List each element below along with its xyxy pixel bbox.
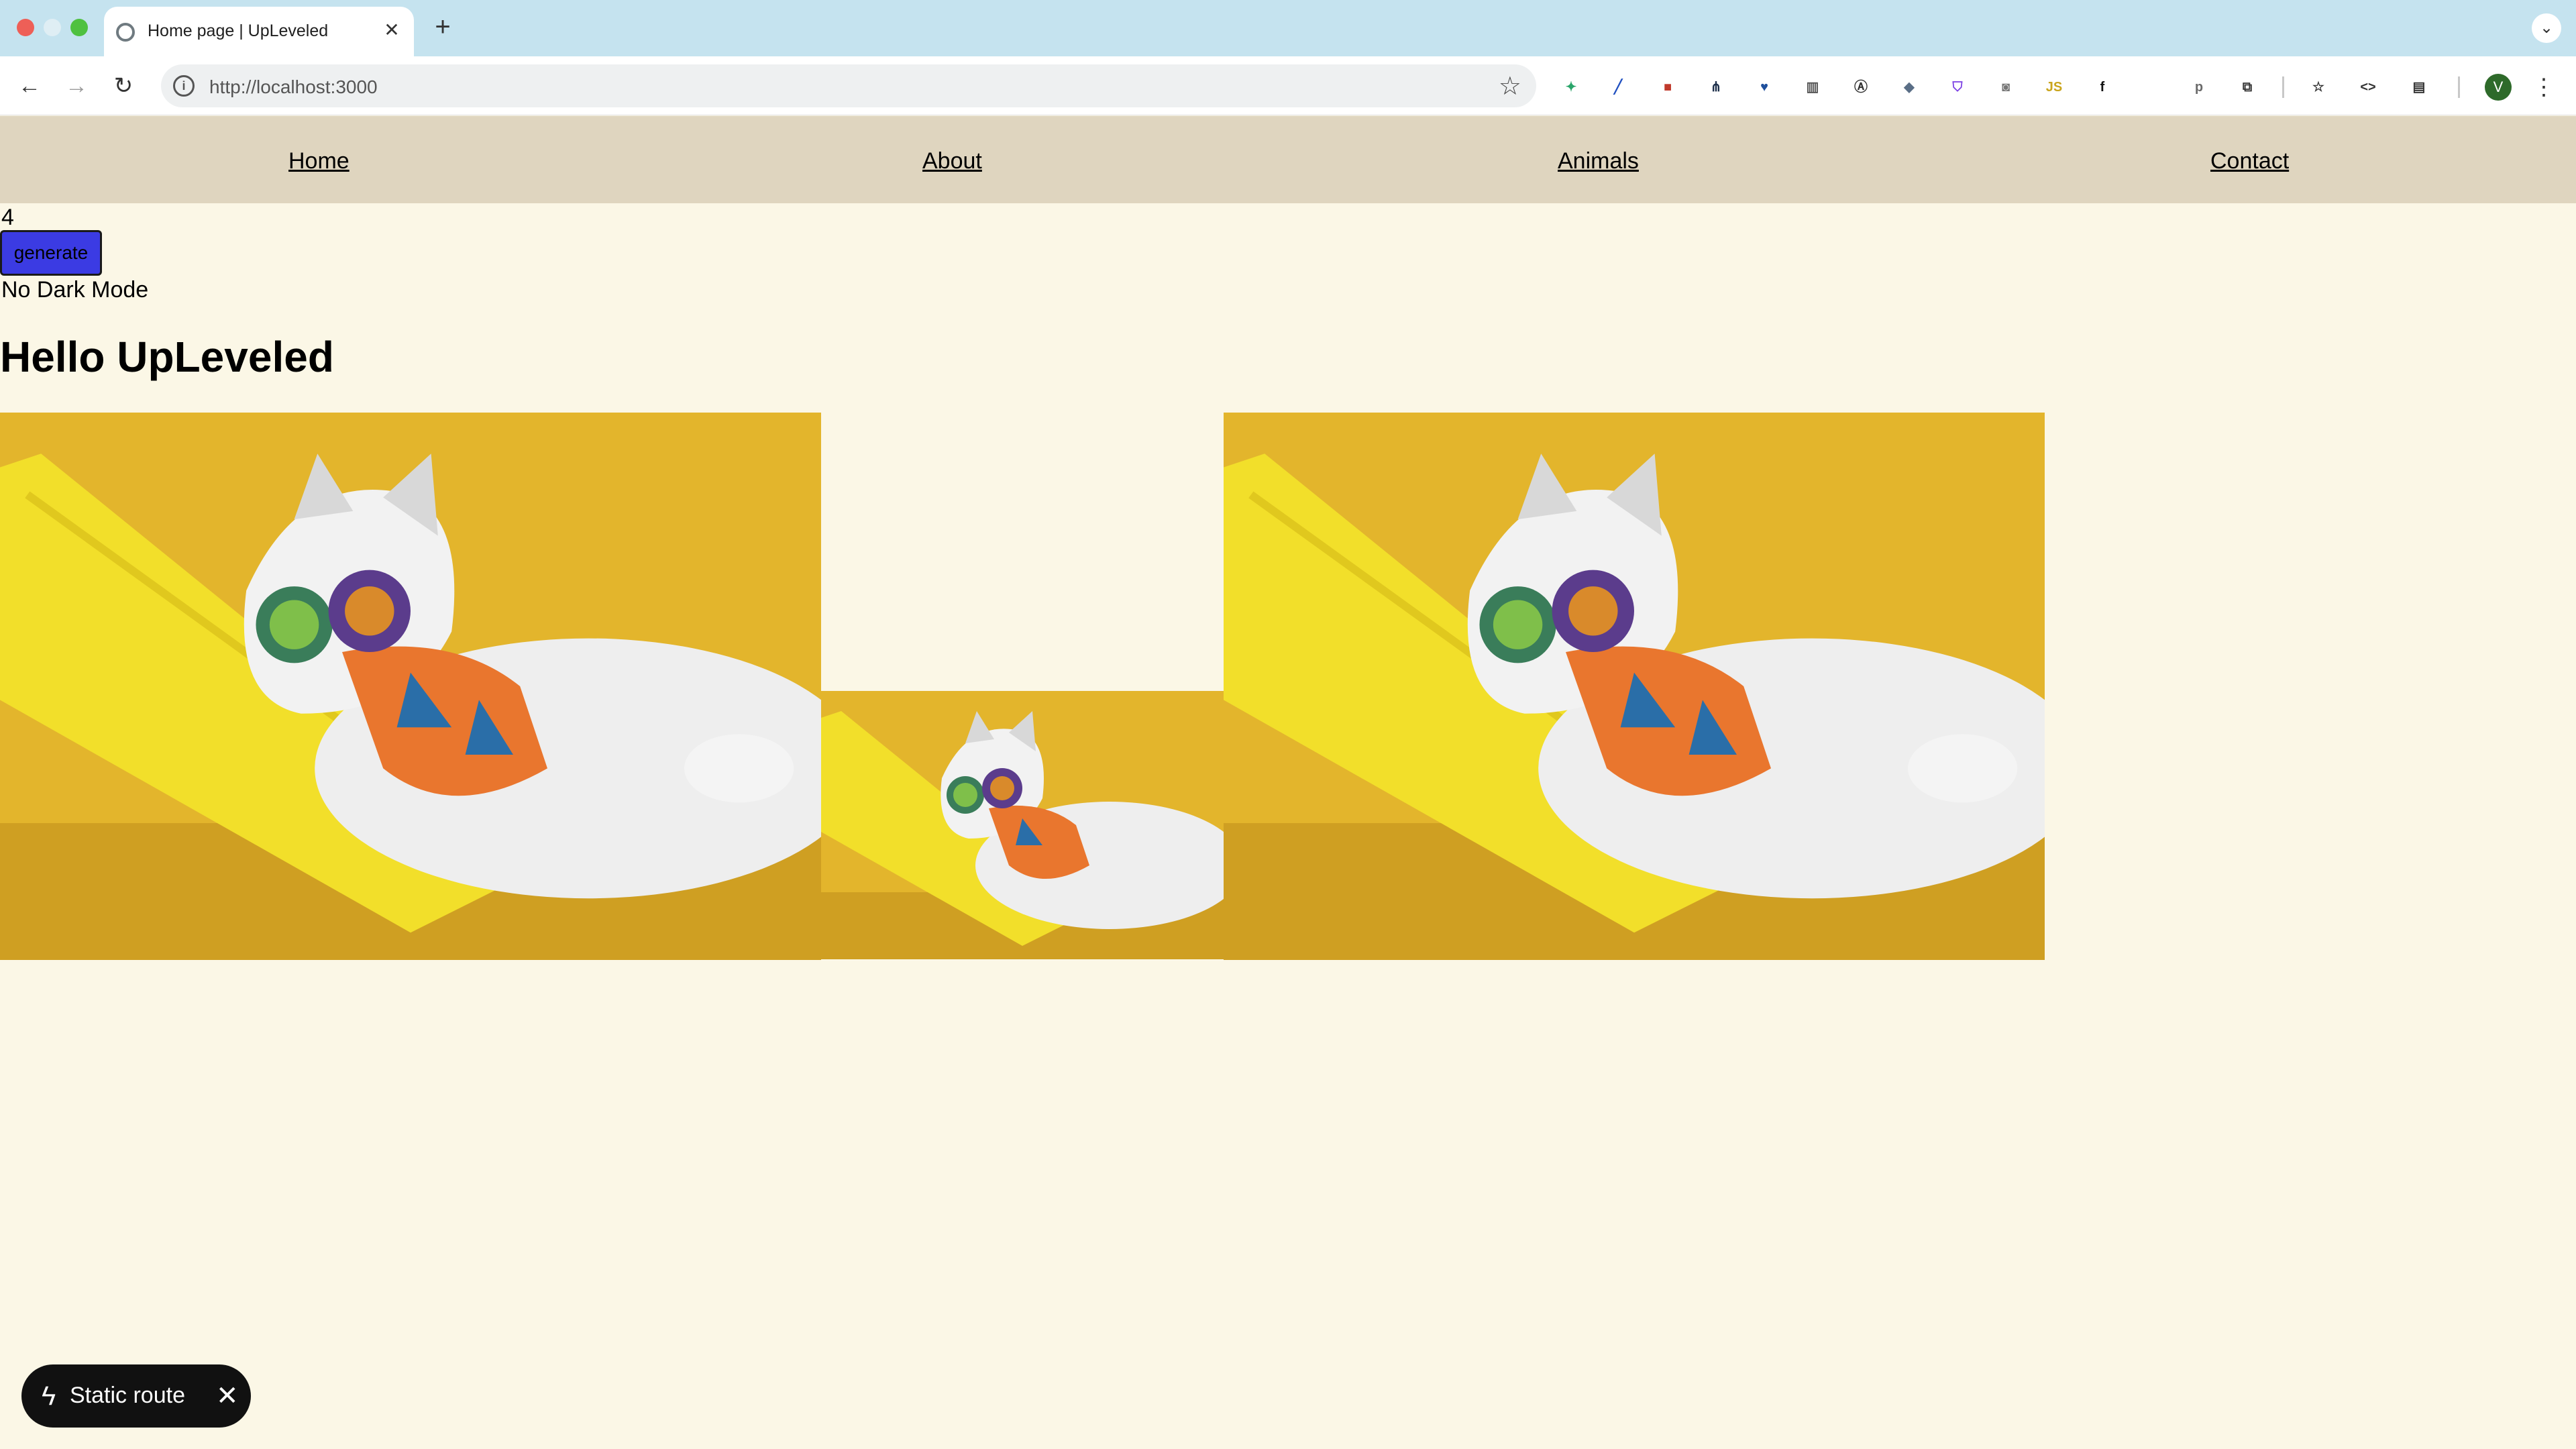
profile-avatar[interactable]: V bbox=[2485, 74, 2512, 101]
lightning-icon: ϟ bbox=[42, 1381, 56, 1411]
address-bar[interactable]: i http://localhost:3000 ☆ bbox=[161, 64, 1536, 107]
tab-title: Home page | UpLeveled bbox=[148, 21, 329, 40]
cube-icon[interactable]: ◆ bbox=[1898, 76, 1920, 98]
generate-button[interactable]: generate bbox=[0, 230, 102, 276]
function-icon[interactable]: f bbox=[2092, 76, 2113, 98]
url-text[interactable]: http://localhost:3000 bbox=[209, 76, 378, 98]
camera-icon[interactable]: ◙ bbox=[1995, 76, 2017, 98]
window-close-button[interactable] bbox=[17, 19, 34, 36]
p-icon[interactable]: p bbox=[2188, 76, 2210, 98]
sidepanel-icon[interactable]: ▤ bbox=[2408, 76, 2430, 98]
new-tab-button[interactable]: + bbox=[429, 12, 456, 42]
cat-image bbox=[0, 413, 821, 960]
window-zoom-button[interactable] bbox=[70, 19, 88, 36]
puzzle-icon[interactable]: ⧉ bbox=[2237, 76, 2258, 98]
window-minimize-button[interactable] bbox=[44, 19, 61, 36]
badge-label: Static route bbox=[70, 1383, 185, 1408]
heart-icon[interactable]: ♥ bbox=[1754, 76, 1775, 98]
site-info-icon[interactable]: i bbox=[173, 75, 195, 97]
site-nav: Home About Animals Contact bbox=[0, 116, 2576, 203]
js-icon[interactable]: JS bbox=[2043, 76, 2065, 98]
nav-link-about[interactable]: About bbox=[922, 148, 982, 174]
red-square-icon[interactable]: ■ bbox=[1657, 76, 1678, 98]
reload-button[interactable]: ↻ bbox=[107, 70, 140, 102]
pen-icon[interactable]: ╱ bbox=[1607, 76, 1629, 98]
bookmark-star-icon[interactable]: ☆ bbox=[1499, 71, 1521, 101]
hummingbird-icon[interactable]: ✦ bbox=[1560, 76, 1582, 98]
toolbar-separator bbox=[2458, 76, 2460, 98]
browser-menu-icon[interactable]: ⋮ bbox=[2530, 71, 2557, 103]
dark-mode-status: No Dark Mode bbox=[1, 277, 149, 303]
shield-icon[interactable]: ⛉ bbox=[1947, 76, 1968, 98]
browser-tab-active[interactable]: Home page | UpLeveled ✕ bbox=[104, 7, 414, 56]
tab-close-icon[interactable]: ✕ bbox=[380, 19, 403, 42]
bookmarks-icon[interactable]: ☆ bbox=[2308, 76, 2329, 98]
tab-search-button[interactable]: ⌄ bbox=[2532, 13, 2561, 43]
browser-tab-bar: Home page | UpLeveled ✕ + ⌄ bbox=[0, 0, 2576, 56]
page-content: Home About Animals Contact 4 generate No… bbox=[0, 116, 2576, 1449]
cat-image bbox=[821, 691, 1224, 959]
building-icon[interactable]: ▥ bbox=[1802, 76, 1823, 98]
code-icon[interactable]: <> bbox=[2357, 76, 2379, 98]
close-icon[interactable]: ✕ bbox=[216, 1381, 239, 1411]
nav-link-animals[interactable]: Animals bbox=[1558, 148, 1639, 174]
nav-link-contact[interactable]: Contact bbox=[2210, 148, 2289, 174]
toolbar-separator bbox=[2282, 76, 2284, 98]
back-button[interactable]: ← bbox=[13, 70, 46, 102]
random-number: 4 bbox=[1, 205, 14, 230]
forward-button[interactable]: → bbox=[60, 70, 93, 102]
static-route-badge[interactable]: ϟ Static route ✕ bbox=[21, 1364, 251, 1428]
a-circle-icon[interactable]: Ⓐ bbox=[1850, 76, 1872, 98]
tree-icon[interactable]: ⋔ bbox=[1705, 76, 1727, 98]
globe-icon bbox=[116, 23, 135, 42]
nav-link-home[interactable]: Home bbox=[288, 148, 350, 174]
cat-image bbox=[1224, 413, 2045, 960]
page-title: Hello UpLeveled bbox=[0, 333, 334, 381]
browser-toolbar: ← → ↻ i http://localhost:3000 ☆ ✦ ╱ ■ ⋔ ♥ ▥ Ⓐ ◆… bbox=[0, 56, 2576, 115]
